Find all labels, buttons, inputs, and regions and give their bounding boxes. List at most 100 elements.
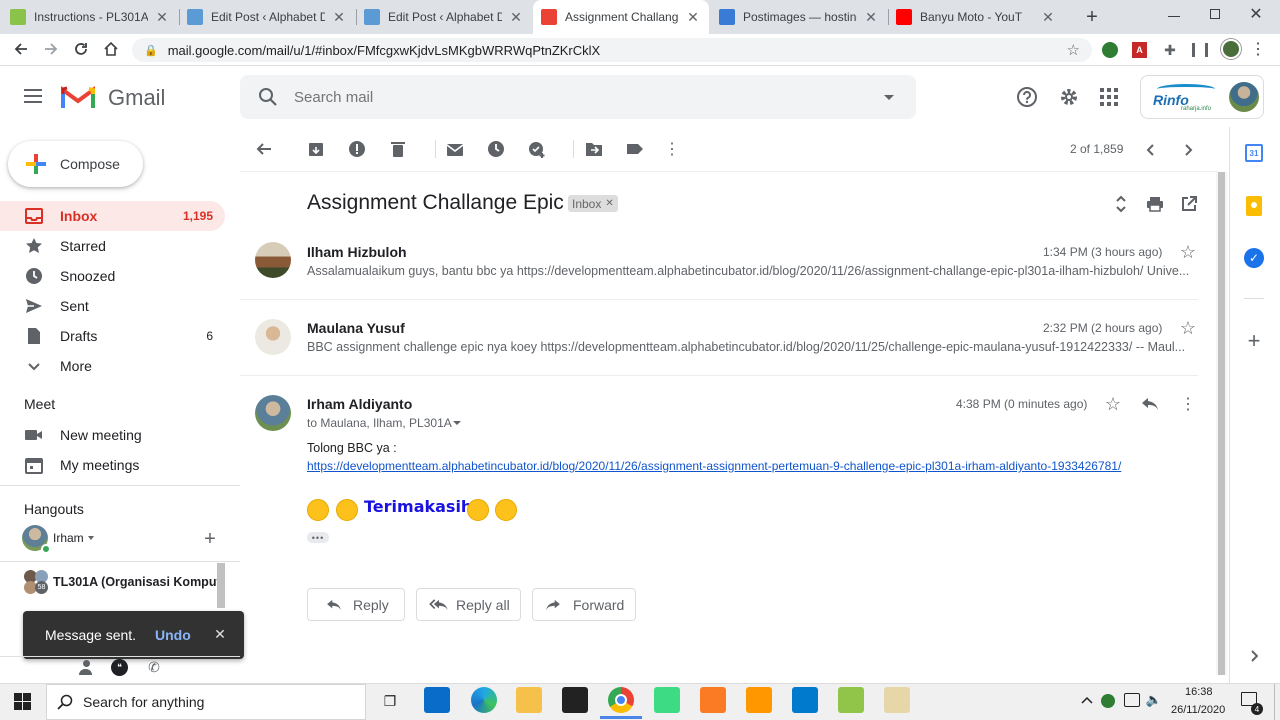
extensions-puzzle-icon[interactable]: ✚ [1162,41,1178,59]
nav-item-snoozed[interactable]: Snoozed [0,261,225,291]
new-tab-button[interactable]: + [1080,5,1104,29]
tab-close-icon[interactable]: ✕ [863,9,879,26]
labels-button[interactable] [626,140,644,158]
chrome-browser-icon[interactable] [608,687,634,713]
search-options-caret-icon[interactable] [884,94,894,100]
tab-close-icon[interactable]: ✕ [685,9,701,26]
browser-tab[interactable]: Banyu Moto - YouT ✕ [888,0,1064,34]
nav-item-more[interactable]: More [0,351,225,381]
mail-app-icon[interactable] [424,687,450,713]
contacts-person-icon[interactable] [79,660,93,676]
search-bar[interactable] [240,75,916,119]
hide-side-panel-button[interactable] [1244,646,1264,666]
phone-icon[interactable]: ✆ [146,659,162,676]
extension-pdf-icon[interactable]: A [1132,42,1147,58]
tray-wifi-icon[interactable] [1124,693,1140,707]
star-button[interactable]: ☆ [1103,394,1123,414]
main-menu-button[interactable] [24,89,42,103]
older-button[interactable] [1178,140,1198,160]
forward-button[interactable] [40,38,62,60]
paint-app-icon[interactable] [884,687,910,713]
compose-button[interactable]: Compose [8,141,143,187]
edge-browser-icon[interactable] [471,687,497,713]
nav-item-starred[interactable]: Starred [0,231,225,261]
reply-action-button[interactable]: Reply [307,588,405,621]
remove-label-icon[interactable]: ✕ [605,198,613,209]
browser-tab[interactable]: Instructions - PL301A - ✕ [2,0,178,34]
reply-all-action-button[interactable]: Reply all [416,588,521,621]
settings-button[interactable] [1057,85,1081,109]
android-studio-icon[interactable] [654,687,680,713]
main-scrollbar-thumb[interactable] [1218,172,1225,675]
mark-unread-button[interactable] [446,140,464,158]
profile-avatar-icon[interactable] [1221,39,1241,59]
tab-close-icon[interactable]: ✕ [154,9,170,26]
notepad-plus-icon[interactable] [838,687,864,713]
archive-button[interactable] [307,140,325,158]
message-snippet[interactable]: BBC assignment challenge epic nya koey h… [307,340,1199,354]
report-spam-button[interactable] [348,140,366,158]
address-bar[interactable]: 🔒 mail.google.com/mail/u/1/#inbox/FMfcgx… [132,38,1092,62]
undo-button[interactable]: Undo [155,627,191,643]
tasks-app-icon[interactable]: ✓ [1244,248,1264,268]
gmail-logo[interactable] [61,84,101,110]
more-actions-button[interactable]: ⋮ [664,139,680,159]
newer-button[interactable] [1141,140,1161,160]
back-button[interactable] [10,38,32,60]
tab-close-icon[interactable]: ✕ [508,9,524,26]
show-hidden-icons-button[interactable] [1080,692,1094,708]
bookmark-star-icon[interactable]: ☆ [1067,41,1080,59]
get-add-ons-button[interactable]: + [1244,328,1264,353]
hangouts-user-name[interactable]: Irham [53,531,84,545]
star-button[interactable]: ☆ [1178,318,1198,338]
reload-button[interactable] [70,38,92,60]
hangouts-user-caret-icon[interactable] [88,536,94,540]
open-message-sender[interactable]: Irham Aldiyanto [307,396,412,412]
recipients-caret-icon[interactable] [453,421,461,425]
recipients-text[interactable]: to Maulana, Ilham, PL301A [307,416,452,430]
snackbar-close-icon[interactable]: ✕ [211,625,229,643]
minimize-button[interactable] [1168,16,1180,17]
main-scrollbar[interactable] [1216,172,1227,675]
home-button[interactable] [100,38,122,60]
sublime-text-icon[interactable] [746,687,772,713]
apps-button[interactable] [1100,88,1118,106]
help-button[interactable] [1015,85,1039,109]
hangouts-group-name[interactable]: TL301A (Organisasi Komput [53,575,218,589]
clock-time[interactable]: 16:38 [1185,686,1213,698]
account-avatar[interactable] [1229,82,1259,112]
show-trimmed-content-button[interactable]: ••• [307,532,329,543]
message-sender[interactable]: Maulana Yusuf [307,320,405,336]
browser-tab[interactable]: Assignment Challange E ✕ [533,0,709,34]
star-button[interactable]: ☆ [1178,242,1198,262]
reply-button[interactable] [1140,395,1160,413]
message-link[interactable]: https://developmentteam.alphabetincubato… [307,459,1121,473]
nav-item-inbox[interactable]: Inbox 1,195 [0,201,225,231]
extension-globe-icon[interactable] [1102,42,1118,58]
snooze-button[interactable] [487,140,505,158]
open-new-window-button[interactable] [1179,194,1199,214]
expand-all-button[interactable] [1112,194,1130,214]
move-to-button[interactable] [585,140,603,158]
clock-date[interactable]: 26/11/2020 [1171,704,1225,716]
store-app-icon[interactable] [562,687,588,713]
message-snippet[interactable]: Assalamualaikum guys, bantu bbc ya https… [307,264,1199,278]
keep-app-icon[interactable] [1246,196,1262,216]
my-meetings-item[interactable]: My meetings [0,450,225,480]
add-to-tasks-button[interactable] [528,140,546,158]
browser-tab[interactable]: Edit Post ‹ Alphabet De ✕ [179,0,355,34]
tray-volume-icon[interactable]: 🔈 [1146,692,1162,708]
tab-close-icon[interactable]: ✕ [331,9,347,26]
tray-network-app-icon[interactable] [1101,694,1115,708]
file-explorer-icon[interactable] [516,687,542,713]
account-brand-box[interactable]: Rinfo raharja.info [1140,75,1264,119]
browser-tab[interactable]: Edit Post ‹ Alphabet De ✕ [356,0,532,34]
delete-button[interactable] [389,140,407,158]
more-options-button[interactable]: ⋮ [1180,394,1196,414]
calendar-app-icon[interactable]: 31 [1245,144,1263,162]
nav-item-sent[interactable]: Sent [0,291,225,321]
windows-start-button[interactable] [14,693,31,710]
browser-tab[interactable]: Postimages — hosting ✕ [711,0,887,34]
browser-menu-icon[interactable]: ⋮ [1250,40,1266,60]
hangouts-scrollbar[interactable] [217,563,225,608]
